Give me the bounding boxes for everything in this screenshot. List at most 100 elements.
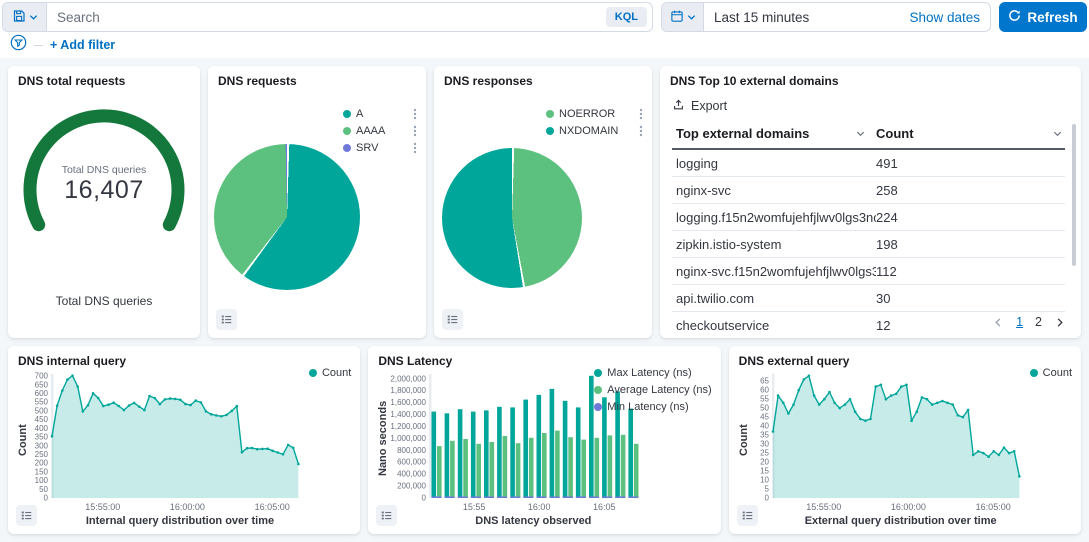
export-button[interactable]: Export — [672, 98, 727, 114]
saved-query-menu-button[interactable] — [3, 3, 47, 31]
filter-bar: + Add filter — [2, 32, 1087, 58]
svg-text:500: 500 — [35, 406, 49, 415]
refresh-button[interactable]: Refresh — [999, 2, 1087, 32]
panel-title: DNS total requests — [18, 74, 125, 88]
save-icon — [12, 9, 26, 26]
table-scrollbar[interactable] — [1072, 124, 1076, 266]
legend-label: Count — [322, 367, 351, 379]
legend-item[interactable]: SRV — [343, 142, 417, 154]
legend-label: Min Latency (ns) — [607, 401, 711, 413]
legend-dot-icon — [343, 110, 351, 118]
legend-item-menu-button[interactable] — [633, 125, 643, 137]
latency-legend: Max Latency (ns) Average Latency (ns) Min … — [594, 367, 711, 418]
table-row[interactable]: logging.f15n2womfujehfjlwv0lgs3nog....22… — [672, 204, 1065, 231]
page-number-1[interactable]: 1 — [1016, 315, 1023, 329]
legend-label: Count — [1043, 367, 1072, 379]
svg-text:300: 300 — [35, 441, 49, 450]
legend-item[interactable]: Count — [309, 367, 351, 379]
legend-item-menu-button[interactable] — [407, 108, 417, 120]
column-header-domains[interactable]: Top external domains — [676, 126, 876, 141]
svg-text:15: 15 — [760, 467, 769, 476]
svg-text:10: 10 — [760, 476, 769, 485]
filter-divider — [34, 45, 43, 46]
panel-title: DNS external query — [739, 354, 850, 368]
legend-label: Average Latency (ns) — [607, 384, 711, 396]
legend-item-menu-button[interactable] — [633, 108, 643, 120]
table-row[interactable]: zipkin.istio-system198 — [672, 231, 1065, 258]
add-filter-link[interactable]: + Add filter — [50, 38, 115, 52]
svg-text:25: 25 — [760, 449, 769, 458]
count-cell: 112 — [876, 264, 1065, 279]
legend-dot-icon — [546, 127, 554, 135]
svg-text:1,800,000: 1,800,000 — [391, 386, 427, 395]
show-dates-link[interactable]: Show dates — [909, 10, 990, 25]
previous-page-button[interactable] — [993, 317, 1004, 328]
panel-dns-top-external-domains: DNS Top 10 external domains Export Top e… — [660, 66, 1081, 338]
panel-dns-external-query: DNS external query Count 051015202530354… — [729, 346, 1081, 534]
svg-text:60: 60 — [760, 386, 769, 395]
legend-item[interactable]: A — [343, 108, 417, 120]
kql-language-button[interactable]: KQL — [606, 7, 647, 27]
date-picker-calendar-button[interactable] — [662, 3, 704, 31]
svg-text:2,000,000: 2,000,000 — [391, 374, 427, 383]
svg-text:40: 40 — [760, 422, 769, 431]
export-label: Export — [691, 99, 727, 113]
legend-toggle-button[interactable] — [442, 309, 463, 330]
requests-legend: AAAAASRV — [343, 108, 417, 159]
legend-item-menu-button[interactable] — [407, 142, 417, 154]
svg-text:1,200,000: 1,200,000 — [391, 422, 427, 431]
time-range-label[interactable]: Last 15 minutes — [704, 10, 909, 25]
chevron-down-icon — [29, 10, 38, 25]
svg-text:55: 55 — [760, 395, 769, 404]
legend-item[interactable]: Max Latency (ns) — [594, 367, 711, 379]
page-numbers: 12 — [1016, 315, 1042, 329]
legend-dot-icon — [546, 110, 554, 118]
svg-text:400,000: 400,000 — [397, 470, 426, 479]
dashboard: DNS total requests Total DNS queries 16,… — [0, 58, 1089, 542]
responses-pie-chart[interactable] — [442, 148, 582, 288]
date-picker-group: Last 15 minutes Show dates — [661, 2, 991, 32]
gauge-metric-label: Total DNS queries — [8, 164, 200, 176]
domain-cell: logging.f15n2womfujehfjlwv0lgs3nog.... — [676, 210, 876, 225]
next-page-button[interactable] — [1054, 317, 1065, 328]
domain-cell: checkoutservice — [676, 318, 876, 333]
legend-dot-icon — [343, 127, 351, 135]
domains-table-header: Top external domains Count — [672, 120, 1065, 150]
filter-icon[interactable] — [10, 34, 27, 56]
responses-legend: NOERROR NXDOMAIN — [546, 108, 643, 142]
legend-item[interactable]: AAAA — [343, 125, 417, 137]
legend-item[interactable]: Average Latency (ns) — [594, 384, 711, 396]
svg-text:550: 550 — [35, 398, 49, 407]
count-cell: 258 — [876, 183, 1065, 198]
legend-toggle-button[interactable] — [216, 309, 237, 330]
svg-text:16:05:00: 16:05:00 — [975, 502, 1010, 512]
svg-text:200: 200 — [35, 459, 49, 468]
panel-dns-requests: DNS requests AAAAASRV — [208, 66, 426, 338]
column-header-count[interactable]: Count — [876, 126, 1065, 141]
domains-table-body: logging491nginx-svc258logging.f15n2womfu… — [672, 150, 1065, 338]
external-legend: Count — [1030, 367, 1072, 384]
domain-cell: logging — [676, 156, 876, 171]
svg-text:1,000,000: 1,000,000 — [391, 434, 427, 443]
table-row[interactable]: logging491 — [672, 150, 1065, 177]
legend-item[interactable]: NOERROR — [546, 108, 643, 120]
svg-text:0: 0 — [44, 494, 49, 503]
column-header-label: Count — [876, 126, 914, 141]
table-row[interactable]: nginx-svc258 — [672, 177, 1065, 204]
table-row[interactable]: nginx-svc.f15n2womfujehfjlwv0lgs3no...11… — [672, 258, 1065, 285]
legend-item-menu-button[interactable] — [407, 125, 417, 137]
requests-pie-chart[interactable] — [214, 144, 360, 290]
legend-item[interactable]: Min Latency (ns) — [594, 401, 711, 413]
legend-toggle-button[interactable] — [16, 505, 37, 526]
table-row[interactable]: api.twilio.com30 — [672, 285, 1065, 312]
refresh-icon — [1008, 9, 1021, 25]
legend-toggle-button[interactable] — [737, 505, 758, 526]
search-input[interactable] — [47, 10, 606, 25]
legend-toggle-button[interactable] — [376, 505, 397, 526]
page-number-2[interactable]: 2 — [1035, 315, 1042, 329]
panel-dns-total-requests: DNS total requests Total DNS queries 16,… — [8, 66, 200, 338]
legend-item[interactable]: NXDOMAIN — [546, 125, 643, 137]
legend-item[interactable]: Count — [1030, 367, 1072, 379]
count-cell: 198 — [876, 237, 1065, 252]
count-cell: 491 — [876, 156, 1065, 171]
